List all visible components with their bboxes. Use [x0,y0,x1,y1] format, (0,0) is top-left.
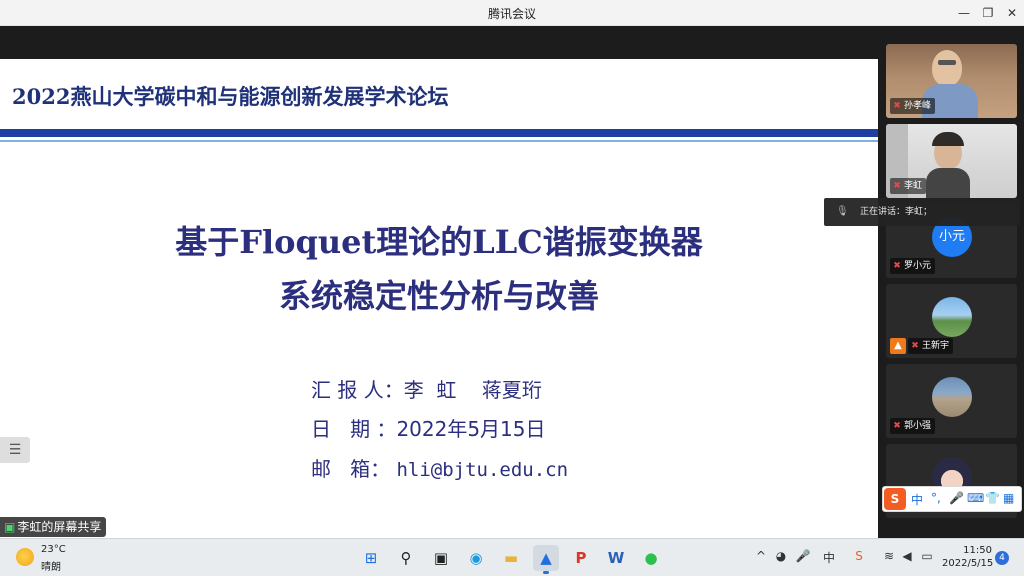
taskbar-clock[interactable]: 11:50 2022/5/15 [942,545,994,569]
participant-name: ✖ 王新宇 [908,338,954,354]
taskbar: 23°C 晴朗 ⊞ ⚲ ▣ ◉ ▬ ▲ P W ● ^ ◕ 🎤 中 S ≋ ◀ … [0,538,1024,576]
search-icon[interactable]: ⚲ [393,545,419,571]
slide-header: 2022燕山大学碳中和与能源创新发展学术论坛 [12,84,449,109]
slide-rule [0,129,878,137]
task-view-icon[interactable]: ▣ [428,545,454,571]
date-label: 日 期 ： [311,417,397,441]
wifi-icon[interactable]: ≋ [880,549,898,563]
slide-rule-thin [0,140,878,142]
slide-title-line1: 基于Floquet理论的LLC谐振变换器 [175,223,703,261]
wechat-icon[interactable]: ● [638,545,664,571]
email-label: 邮 箱： [311,457,397,481]
edge-icon[interactable]: ◉ [463,545,489,571]
presenter-label: 汇 报 人： [311,378,404,402]
weather-description[interactable]: 晴朗 [41,558,61,573]
tray-overflow-icon[interactable]: ^ [752,549,770,563]
participant-name: ✖ 孙孝峰 [890,98,936,114]
word-icon[interactable]: W [603,545,629,571]
participant-tile[interactable]: ✖ 李虹 [886,124,1017,198]
presenter-names: 李 虹 蒋夏珩 [403,378,542,402]
slide-title-line2: 系统稳定性分析与改善 [278,277,599,315]
presenter-row: 汇 报 人：李 虹 蒋夏珩 [311,374,542,403]
participant-avatar [932,297,972,337]
participant-tile[interactable]: ▲ ✖ 王新宇 [886,284,1017,358]
speaking-text: 正在讲话：李虹； [860,207,933,217]
participant-name: ✖ 李虹 [890,178,927,194]
ime-skin-icon[interactable]: 👕 [985,491,1000,505]
screen-share-badge[interactable]: ▣ 李虹的屏幕共享 [0,517,107,537]
battery-icon[interactable]: ▭ [918,549,936,563]
tencent-meeting-icon[interactable]: ▲ [533,545,559,574]
ime-keyboard-icon[interactable]: ⌨ [967,491,984,505]
volume-icon[interactable]: ◀ [898,549,916,563]
speaking-indicator: 🎙 正在讲话：李虹； [824,198,1020,226]
start-icon[interactable]: ⊞ [358,545,384,571]
date-value: 2022年5月15日 [396,417,546,441]
ime-mode-toggle[interactable]: 中 [911,491,923,508]
participant-tile[interactable]: ✖ 孙孝峰 [886,44,1017,118]
sogou-logo-icon[interactable]: S [884,488,906,510]
clock-time: 11:50 [963,545,992,556]
mic-muted-icon: ✖ [893,421,901,431]
mic-muted-icon: ✖ [893,261,901,271]
shared-slide: 2022燕山大学碳中和与能源创新发展学术论坛 基于Floquet理论的LLC谐振… [0,59,878,553]
tray-mic-icon[interactable]: 🎤 [794,549,812,563]
weather-sun-icon[interactable] [16,548,34,566]
sogou-tray-icon[interactable]: S [850,549,868,563]
clock-date: 2022/5/15 [942,558,994,569]
ime-voice-icon[interactable]: 🎤 [949,491,964,505]
window-titlebar: 腾讯会议 — ❐ ✕ [0,0,1024,26]
participant-name: ✖ 郭小强 [890,418,936,434]
participant-name: ✖ 罗小元 [890,258,936,274]
close-icon[interactable]: ✕ [998,0,1024,26]
mic-muted-icon: ✖ [893,181,901,191]
active-app-indicator [543,571,549,574]
ime-toolbox-icon[interactable]: ▦ [1003,491,1014,505]
ime-toolbar: S 中 °, 🎤 ⌨ 👕 ▦ [882,486,1022,512]
email-row: 邮 箱： hli@bjtu.edu.cn [311,453,568,482]
screen-share-icon: ▣ [4,520,16,534]
participant-avatar [932,377,972,417]
tray-ime-indicator[interactable]: 中 [820,549,838,566]
member-list-icon[interactable]: ☰ [0,437,30,463]
speaking-mic-icon: 🎙 [836,206,849,217]
participant-tile[interactable]: ✖ 郭小强 [886,364,1017,438]
powerpoint-icon[interactable]: P [568,545,594,571]
ime-punctuation-toggle[interactable]: °, [931,491,941,505]
screen-share-label: 李虹的屏幕共享 [17,520,102,534]
file-explorer-icon[interactable]: ▬ [498,545,524,571]
screen: 腾讯会议 — ❐ ✕ 2022燕山大学碳中和与能源创新发展学术论坛 基于Floq… [0,0,1024,576]
meeting-area: 2022燕山大学碳中和与能源创新发展学术论坛 基于Floquet理论的LLC谐振… [0,26,1024,553]
qq-icon[interactable]: ◕ [772,549,790,563]
date-row: 日 期 ：2022年5月15日 [311,413,546,442]
host-role-icon: ▲ [890,338,906,354]
weather-temperature[interactable]: 23°C [41,544,66,555]
mic-muted-icon: ✖ [911,341,919,351]
mic-muted-icon: ✖ [893,101,901,111]
participants-panel: ✖ 孙孝峰 ✖ 李虹 小元 ✖ 罗小元 ▲ ✖ 王新宇 ✖ 郭小强 [879,26,1024,538]
window-title: 腾讯会议 [487,7,536,21]
email-value: hli@bjtu.edu.cn [396,459,569,481]
notification-badge[interactable]: 4 [995,551,1009,565]
